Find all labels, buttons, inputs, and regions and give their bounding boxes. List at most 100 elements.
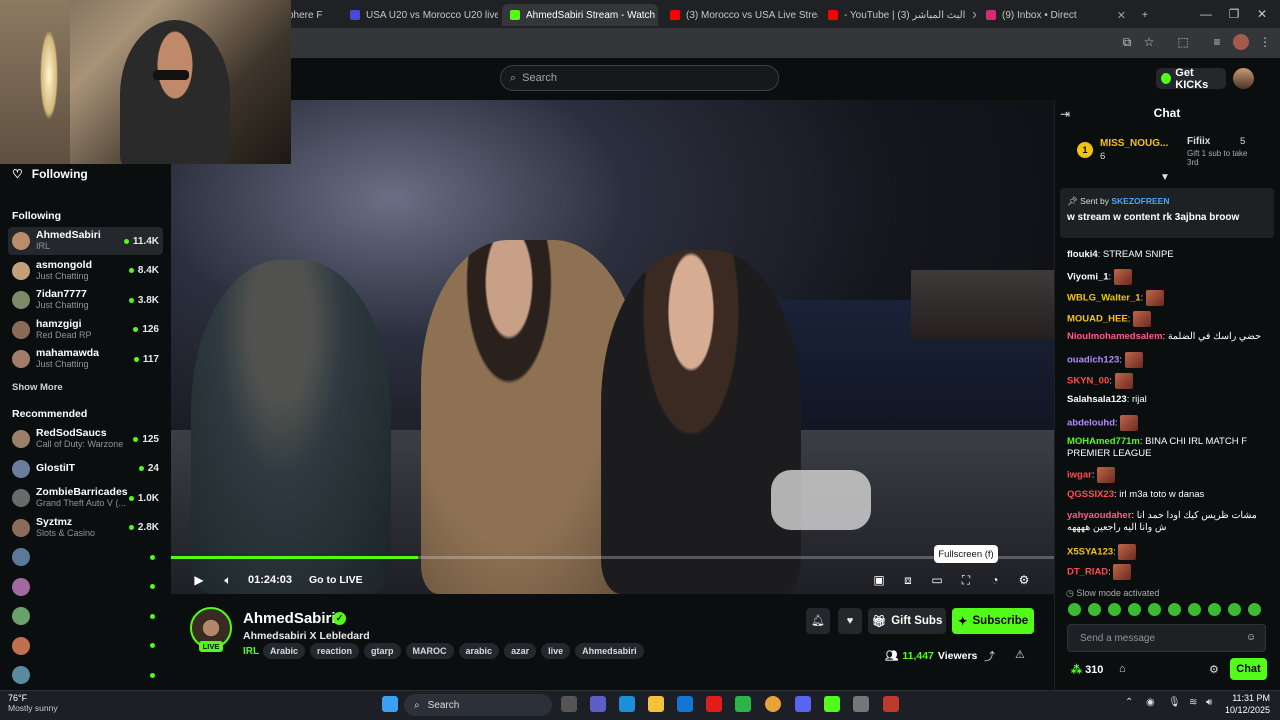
chat-username[interactable]: WBLG_Walter_1 [1067, 293, 1141, 304]
notification-bell-button[interactable]: 🔔︎ [806, 608, 830, 634]
gift-subs-button[interactable]: 🎁︎ Gift Subs [868, 608, 946, 634]
translate-icon[interactable]: ⧉ [1119, 34, 1135, 50]
pinned-by-user[interactable]: SKEZOFREEN [1111, 196, 1169, 206]
close-icon[interactable]: ✕ [1117, 9, 1126, 22]
speed-icon[interactable]: ◔ [988, 573, 1002, 587]
chat-username[interactable]: flouki4 [1067, 249, 1098, 260]
menu-icon[interactable]: ⋮ [1257, 34, 1273, 50]
leaderboard-first-name[interactable]: MISS_NOUG... [1100, 138, 1168, 149]
tag-ahmedsabiri[interactable]: Ahmedsabiri [575, 643, 644, 659]
obs-icon[interactable] [853, 696, 869, 712]
emote-icon[interactable] [1188, 603, 1201, 616]
leaderboard-second-name[interactable]: Fifiix [1187, 136, 1210, 147]
microphone-icon[interactable]: 🎙︎ [1168, 697, 1181, 708]
sidebar-item-7idan7777[interactable]: 7idan7777 Just Chatting 3.8K [8, 286, 163, 314]
sidebar-item-sprayitupjay[interactable]: GlostiIT 24 [8, 455, 163, 483]
minimize-icon[interactable]: — [1198, 6, 1214, 22]
category-link[interactable]: IRL [243, 646, 259, 657]
antivirus-icon[interactable] [883, 696, 899, 712]
chat-username[interactable]: Viyomi_1 [1067, 272, 1109, 283]
system-clock[interactable]: 11:31 PM 10/12/2025 [1225, 692, 1270, 716]
whatsapp-icon[interactable] [735, 696, 751, 712]
windows-start-icon[interactable] [382, 696, 398, 712]
chat-username[interactable]: MOUAD_HEE [1067, 314, 1128, 325]
browser-tab[interactable]: (3) Morocco vs USA Live Stream ✕ [662, 4, 818, 26]
file-explorer-icon[interactable] [648, 696, 664, 712]
chat-username[interactable]: SKYN_00 [1067, 376, 1109, 387]
browser-tab-active[interactable]: AhmedSabiri Stream - Watch L ✕ [502, 4, 658, 26]
media-icon[interactable]: ≡ [1209, 34, 1225, 50]
weather-widget[interactable]: 76°F Mostly sunny [8, 693, 58, 713]
tag-maroc[interactable]: MAROC [405, 643, 454, 659]
sidebar-item-ahmedsabiri[interactable]: AhmedSabiri IRL 11.4K [8, 227, 163, 255]
tag-azar[interactable]: azar [504, 643, 537, 659]
report-icon[interactable]: ⚠ [1015, 648, 1027, 661]
get-kicks-button[interactable]: Get KICKs [1156, 67, 1226, 91]
theater-mode-icon[interactable]: ▭ [930, 573, 944, 587]
chat-username[interactable]: MOHAmed771m [1067, 436, 1140, 447]
tag-arabic[interactable]: arabic [458, 643, 500, 659]
sidebar-item-hamzgigi[interactable]: hamzgigi Red Dead RP 126 [8, 316, 163, 344]
tag-gtarp[interactable]: gtarp [364, 643, 401, 659]
fullscreen-icon[interactable]: ⛶ [959, 573, 973, 587]
sidebar-item-asmongold[interactable]: asmongold Just Chatting 8.4K [8, 257, 163, 285]
channel-name[interactable]: AhmedSabiri [243, 610, 336, 627]
chat-username[interactable]: X5SYA123 [1067, 547, 1113, 558]
channel-points[interactable]: ⁂ 310 [1071, 663, 1103, 676]
browser-tab[interactable]: USA U20 vs Morocco U20 live : ✕ [342, 4, 498, 26]
settings-gear-icon[interactable]: ⚙ [1017, 573, 1031, 587]
follow-button[interactable]: ♥ [838, 608, 862, 634]
teams-icon[interactable] [590, 696, 606, 712]
volume-icon[interactable]: 🔈︎ [221, 573, 235, 587]
speaker-icon[interactable]: 🔊︎ [1206, 697, 1212, 708]
bookmark-star-icon[interactable]: ☆ [1141, 34, 1157, 50]
browser-tab[interactable]: - YouTube | البث المباشر (3) ✕ [820, 4, 976, 26]
sidebar-item-mahamawda[interactable]: mahamawda Just Chatting 117 [8, 345, 163, 373]
task-view-icon[interactable] [561, 696, 577, 712]
discord-icon[interactable] [795, 696, 811, 712]
emote-icon[interactable] [1168, 603, 1181, 616]
emote-icon[interactable] [1108, 603, 1121, 616]
search-input[interactable]: ⌕ Search [500, 65, 779, 91]
chat-username[interactable]: QGSSIX23 [1067, 489, 1114, 500]
subscribe-button[interactable]: ✦ Subscribe [952, 608, 1034, 634]
sidebar-item-chaotictom[interactable]: ZombieBarricades Grand Theft Auto V (... 1… [8, 484, 163, 512]
tag-live[interactable]: live [541, 643, 571, 659]
edge-icon[interactable] [619, 696, 635, 712]
tag-reaction[interactable]: reaction [310, 643, 360, 659]
new-tab-button[interactable]: + [1134, 4, 1154, 26]
go-to-live-button[interactable]: Go to LIVE [309, 574, 363, 586]
chat-username[interactable]: Nioulmohamedsalem [1067, 331, 1163, 342]
store-icon[interactable]: ⌂ [1119, 663, 1126, 675]
emote-icon[interactable] [1228, 603, 1241, 616]
user-avatar[interactable] [1233, 68, 1254, 89]
emote-icon[interactable] [1148, 603, 1161, 616]
show-more-button[interactable]: Show More [12, 382, 63, 393]
chat-username[interactable]: ouadich123 [1067, 355, 1119, 366]
chat-username[interactable]: Salahsala123 [1067, 394, 1127, 405]
clip-icon[interactable]: ⧈ [901, 573, 915, 587]
sidebar-following-link[interactable]: ♡ Following [0, 164, 171, 184]
chat-send-button[interactable]: Chat [1230, 658, 1267, 680]
tray-app-icon[interactable]: ◉ [1146, 697, 1155, 708]
tray-chevron-icon[interactable]: ⌃ [1125, 697, 1133, 708]
tag-arabic[interactable]: Arabic [263, 643, 306, 659]
chrome-icon[interactable] [765, 696, 781, 712]
filter-icon[interactable]: ▼ [1160, 172, 1170, 183]
share-icon[interactable]: ⤴ [984, 648, 996, 663]
outlook-icon[interactable] [677, 696, 693, 712]
chat-settings-icon[interactable]: ⚙ [1209, 663, 1219, 676]
sidebar-item-asmongold[interactable]: Syztmz Slots & Casino 2.8K [8, 514, 163, 542]
wifi-icon[interactable]: ≋ [1189, 697, 1197, 708]
emote-icon[interactable] [1128, 603, 1141, 616]
youtube-app-icon[interactable] [706, 696, 722, 712]
sidebar-item-serenaparis[interactable]: RedSodSaucs Call of Duty: Warzone 125 [8, 425, 163, 453]
chat-username[interactable]: yahyaoudaher [1067, 510, 1131, 521]
emote-icon[interactable] [1088, 603, 1101, 616]
chat-username[interactable]: DT_RIAD [1067, 567, 1108, 578]
play-icon[interactable]: ▶ [192, 573, 206, 587]
taskbar-search[interactable]: ⌕ Search [404, 694, 552, 716]
emote-icon[interactable] [1248, 603, 1261, 616]
chat-username[interactable]: iwgar [1067, 470, 1092, 481]
extensions-icon[interactable]: ⬚ [1175, 34, 1191, 50]
